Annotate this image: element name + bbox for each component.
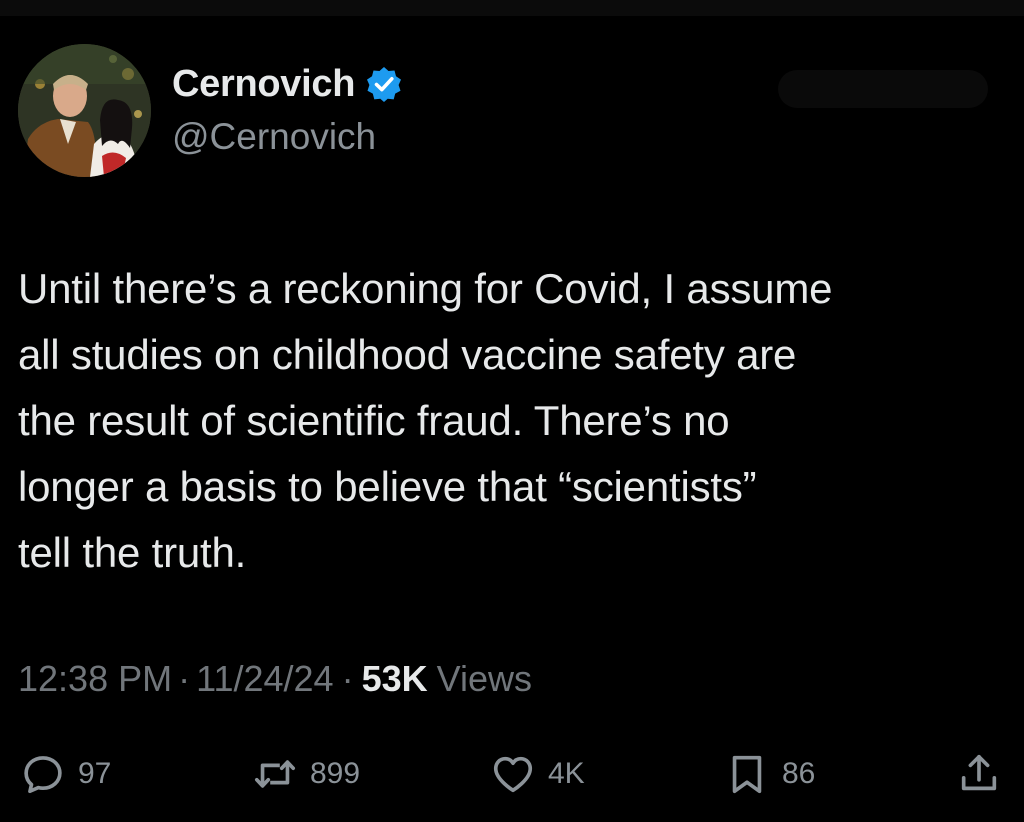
repost-count: 899 <box>310 757 361 790</box>
bookmark-button[interactable]: 86 <box>724 744 815 804</box>
follow-button[interactable] <box>778 70 988 108</box>
tweet-time[interactable]: 12:38 PM <box>18 658 172 700</box>
tweet-line: longer a basis to believe that “scientis… <box>18 463 757 510</box>
like-count: 4K <box>548 757 585 790</box>
reply-count: 97 <box>78 757 112 790</box>
share-button[interactable] <box>956 744 1002 804</box>
repost-icon <box>252 751 298 797</box>
tweet-meta: 12:38 PM · 11/24/24 · 53K Views <box>18 658 532 700</box>
like-icon <box>490 751 536 797</box>
repost-button[interactable]: 899 <box>252 744 360 804</box>
like-button[interactable]: 4K <box>490 744 585 804</box>
bookmark-count: 86 <box>782 757 816 790</box>
tweet-date[interactable]: 11/24/24 <box>196 658 333 700</box>
tweet-text: Until there’s a reckoning for Covid, I a… <box>18 256 1018 586</box>
author-handle[interactable]: @Cernovich <box>172 116 376 158</box>
avatar-photo <box>18 44 151 177</box>
reply-button[interactable]: 97 <box>20 744 111 804</box>
tweet-line: tell the truth. <box>18 529 247 576</box>
author-name[interactable]: Cernovich <box>172 63 355 106</box>
verified-badge-icon <box>365 65 403 103</box>
views-label: Views <box>436 658 532 699</box>
author-name-row[interactable]: Cernovich <box>172 60 403 108</box>
tweet-line: Until there’s a reckoning for Covid, I a… <box>18 265 833 312</box>
meta-separator: · <box>341 658 354 699</box>
top-bar <box>0 0 1024 16</box>
meta-separator: · <box>178 658 191 699</box>
share-icon <box>956 751 1002 797</box>
action-bar: 97 899 4K 86 <box>0 744 1024 804</box>
bookmark-icon <box>724 751 770 797</box>
views-count: 53K <box>361 658 428 699</box>
tweet-line: the result of scientific fraud. There’s … <box>18 397 730 444</box>
tweet-line: all studies on childhood vaccine safety … <box>18 331 797 378</box>
reply-icon <box>20 751 66 797</box>
avatar[interactable] <box>18 44 151 177</box>
